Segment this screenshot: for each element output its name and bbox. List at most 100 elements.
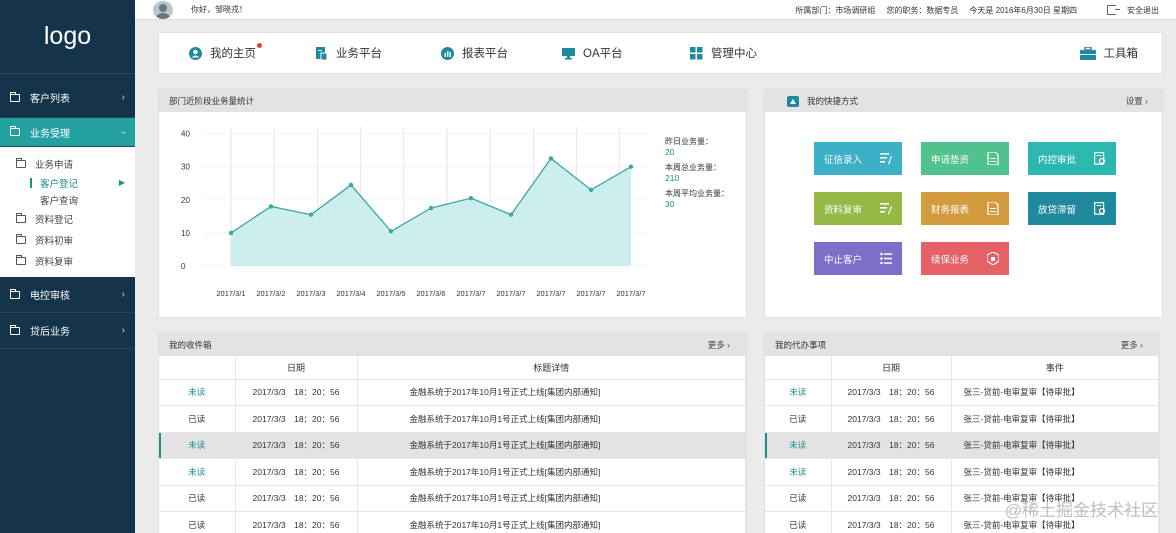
shortcut-tile[interactable]: 申请垫资 [921, 142, 1009, 175]
nav-business-platform[interactable]: 业务平台 [315, 45, 382, 61]
avatar[interactable] [153, 0, 173, 19]
shortcut-tile[interactable]: 续保业务 [921, 242, 1009, 275]
shortcut-tile[interactable]: 资料复审 [814, 192, 902, 225]
shortcut-label: 征信录入 [824, 154, 863, 166]
document-chart-icon [316, 46, 328, 60]
shortcut-tile[interactable]: 中止客户 [814, 242, 902, 275]
table-row[interactable]: 未读 2017/3/3 18：20：56 金融系统于2017年10月1号正式上线[集… [159, 379, 746, 406]
table-row[interactable]: 已读 2017/3/3 18：20：56 金融系统于2017年10月1号正式上线[集… [159, 405, 746, 433]
y-tick-label: 40 [181, 130, 190, 139]
sidebar-subitem-doc-register[interactable]: 资料登记 [0, 208, 135, 229]
x-tick-label: 2017/3/1 [216, 289, 245, 298]
data-point [228, 230, 234, 236]
table-row[interactable]: 未读 2017/3/3 18：20：56 金融系统于2017年10月1号正式上线[集… [159, 432, 746, 459]
stat-yesterday-label: 昨日业务量： [665, 137, 713, 146]
row-title[interactable]: 金融系统于2017年10月1号正式上线[集团内部通知] [357, 405, 746, 433]
shortcut-icon [787, 95, 799, 107]
data-point [508, 212, 514, 217]
shortcut-tile[interactable]: 内控审批 [1028, 142, 1116, 175]
data-point [628, 164, 634, 169]
shortcut-tile[interactable]: 征信录入 [814, 142, 902, 175]
nav-home[interactable]: 我的主页 [189, 43, 262, 61]
table-row[interactable]: 未读 2017/3/3 18：20：56 张三-贷前-电审复审【待审批】 [765, 379, 1159, 406]
sidebar-item-customer-list[interactable]: 客户列表 › [0, 78, 135, 118]
column-header: 日期 [235, 356, 358, 380]
sidebar-item-phone-review[interactable]: 电控审核 › [0, 277, 135, 313]
document-icon [987, 202, 999, 215]
stat-week-avg-label: 本周平均业务量： [665, 189, 729, 198]
table-row[interactable]: 未读 2017/3/3 18：20：56 张三-贷前-电审复审【待审批】 [765, 432, 1159, 459]
logout-icon [1107, 5, 1120, 15]
x-tick-label: 2017/3/7 [536, 289, 565, 298]
chart-panel: 部门近阶段业务量统计 0 10 20 30 40 2017/3/1 2017/3/2 2017… [158, 89, 747, 318]
sidebar: logo 客户列表 › 业务受理 › 业务申请 客户登记 ▶ 客户查询 资料登记… [0, 0, 135, 533]
read-status: 未读 [765, 432, 832, 459]
read-status: 已读 [159, 485, 236, 512]
shortcut-label: 续保业务 [931, 254, 970, 266]
folder-icon [16, 254, 26, 265]
table-row[interactable]: 未读 2017/3/3 18：20：56 张三-贷前-电审复审【待审批】 [765, 458, 1159, 486]
inbox-more-link[interactable]: 更多 › [708, 339, 730, 351]
nav-oa-platform[interactable]: OA平台 [562, 45, 623, 61]
row-date: 2017/3/3 18：20：56 [831, 432, 952, 459]
row-title[interactable]: 金融系统于2017年10月1号正式上线[集团内部通知] [357, 458, 746, 486]
row-title[interactable]: 金融系统于2017年10月1号正式上线[集团内部通知] [357, 379, 746, 406]
chart-circle-icon [441, 46, 454, 60]
inbox-panel-header: 我的收件箱 更多 › [159, 334, 746, 356]
sidebar-subitem-doc-first-review[interactable]: 资料初审 [0, 229, 135, 250]
nav-management-center[interactable]: 管理中心 [690, 45, 757, 61]
data-point [468, 195, 474, 201]
row-title[interactable]: 金融系统于2017年10月1号正式上线[集团内部通知] [357, 511, 746, 533]
row-event[interactable]: 张三-贷前-电审复审【待审批】 [951, 432, 1159, 459]
read-status: 未读 [765, 379, 832, 406]
todo-panel-header: 我的代办事项 更多 › [765, 334, 1159, 356]
data-point [588, 187, 594, 193]
monitor-icon [562, 47, 575, 59]
list-icon [880, 252, 892, 265]
row-title[interactable]: 金融系统于2017年10月1号正式上线[集团内部通知] [357, 485, 746, 512]
sidebar-subsubitem-customer-query[interactable]: 客户查询 [0, 191, 135, 208]
submenu: 业务申请 客户登记 ▶ 客户查询 资料登记 资料初审 资料复审 [0, 147, 135, 277]
settings-link[interactable]: 设置 › [1126, 95, 1148, 107]
x-tick-label: 2017/3/2 [256, 289, 285, 298]
table-row[interactable]: 未读 2017/3/3 18：20：56 金融系统于2017年10月1号正式上线[集… [159, 458, 746, 486]
chart-panel-header: 部门近阶段业务量统计 [159, 90, 746, 112]
stat-week-total-label: 本周总业务量： [665, 163, 721, 172]
chevron-down-icon: › [117, 130, 129, 134]
shortcut-label: 中止客户 [824, 254, 863, 266]
shortcuts-title: 我的快捷方式 [807, 96, 859, 106]
table-row[interactable]: 已读 2017/3/3 18：20：56 金融系统于2017年10月1号正式上线[集… [159, 511, 746, 533]
sidebar-subitem-doc-re-review[interactable]: 资料复审 [0, 250, 135, 271]
sidebar-subitem-business-apply[interactable]: 业务申请 [0, 153, 135, 174]
shortcut-label: 财务报表 [931, 204, 970, 216]
row-title[interactable]: 金融系统于2017年10月1号正式上线[集团内部通知] [357, 432, 746, 459]
shortcut-tile[interactable]: 财务报表 [921, 192, 1009, 225]
shortcuts-panel: 我的快捷方式 设置 › 征信录入 申请垫资 内控审批资料复审 财务报表 放贷滞留中止客户… [764, 89, 1163, 318]
sidebar-subsubitem-customer-register[interactable]: 客户登记 ▶ [0, 174, 135, 191]
row-event[interactable]: 张三-贷前-电审复审【待审批】 [951, 379, 1159, 406]
table-row[interactable]: 已读 2017/3/3 18：20：56 金融系统于2017年10月1号正式上线[集… [159, 485, 746, 512]
todo-more-link[interactable]: 更多 › [1121, 339, 1143, 351]
read-status: 未读 [765, 458, 832, 486]
shortcut-label: 放贷滞留 [1038, 204, 1077, 216]
shortcut-label: 内控审批 [1038, 154, 1077, 166]
nav-report-platform[interactable]: 报表平台 [441, 45, 508, 61]
table-row[interactable]: 已读 2017/3/3 18：20：56 张三-贷前-电审复审【待审批】 [765, 405, 1159, 433]
sidebar-item-label: 客户列表 [30, 94, 70, 105]
shortcut-label: 申请垫资 [931, 154, 970, 166]
toolbox-icon [1079, 46, 1096, 60]
shortcut-tile[interactable]: 放贷滞留 [1028, 192, 1116, 225]
y-tick-label: 20 [181, 196, 190, 205]
sidebar-item-post-loan[interactable]: 贷后业务 › [0, 313, 135, 349]
data-point [348, 182, 354, 188]
logout-button[interactable]: 安全退出 [1107, 5, 1170, 16]
read-status: 已读 [159, 405, 236, 433]
data-point [548, 156, 554, 161]
nav-toolbox[interactable]: 工具箱 [1079, 45, 1138, 61]
x-tick-label: 2017/3/3 [296, 289, 325, 298]
sidebar-item-business-accept[interactable]: 业务受理 › [0, 118, 135, 147]
inbox-panel: 我的收件箱 更多 › 日期 标题详情 未读 2017/3/3 18：20：56 金融… [158, 333, 747, 533]
row-event[interactable]: 张三-贷前-电审复审【待审批】 [951, 405, 1159, 433]
row-event[interactable]: 张三-贷前-电审复审【待审批】 [951, 458, 1159, 486]
chevron-right-icon: › [121, 92, 125, 103]
